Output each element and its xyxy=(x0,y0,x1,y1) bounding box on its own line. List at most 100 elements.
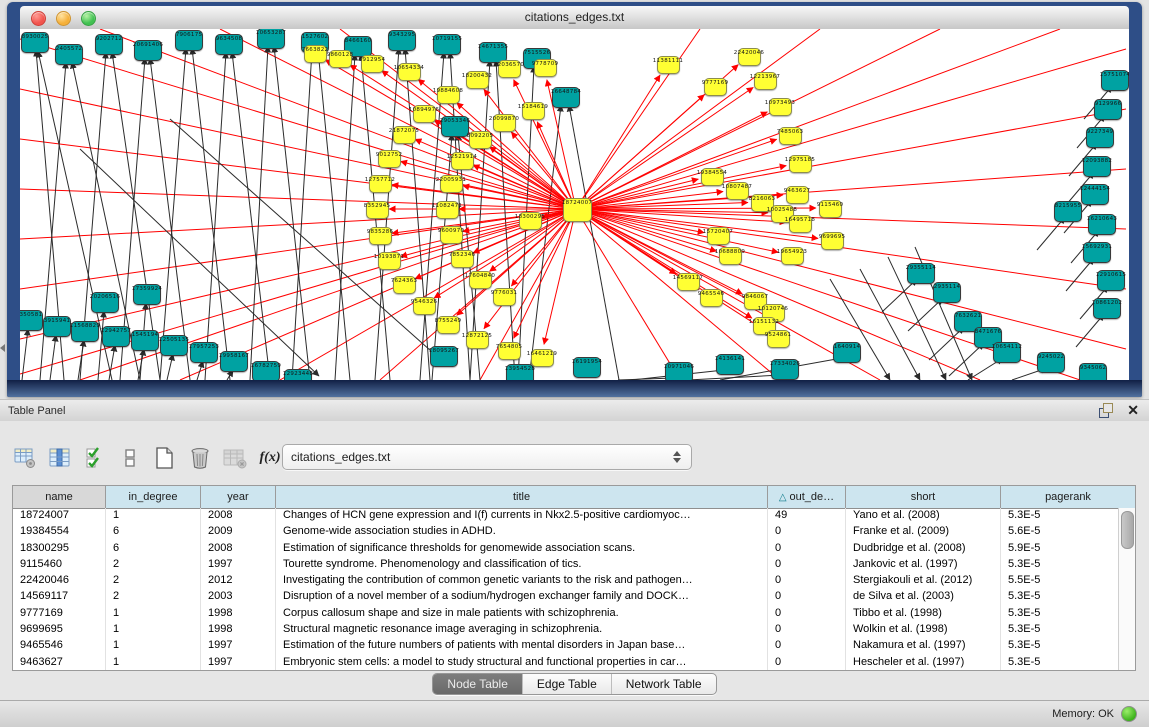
column-header-title[interactable]: title xyxy=(276,486,768,508)
graph-node[interactable]: 9699695 xyxy=(821,232,844,250)
splitter-collapse-arrow[interactable] xyxy=(0,344,5,352)
graph-node[interactable]: 18300295 xyxy=(519,212,542,230)
graph-node[interactable]: 10654112 xyxy=(993,342,1021,363)
table-cell[interactable]: 1997 xyxy=(201,655,276,670)
column-header-out_de[interactable]: △out_de… xyxy=(768,486,846,508)
float-panel-icon[interactable] xyxy=(1099,403,1113,417)
graph-node[interactable]: 10719155 xyxy=(433,34,461,55)
graph-node[interactable]: 17957253 xyxy=(190,342,218,363)
graph-node[interactable]: 9600970 xyxy=(440,226,463,244)
table-cell[interactable]: 22420046 xyxy=(13,573,106,589)
graph-node[interactable]: 11082471 xyxy=(436,201,459,219)
table-cell[interactable]: 0 xyxy=(768,655,846,670)
graph-node[interactable]: 20099870 xyxy=(493,114,516,132)
table-cell[interactable]: 5.3E-5 xyxy=(1001,508,1119,524)
table-cell[interactable]: 0 xyxy=(768,573,846,589)
graph-node[interactable]: 20206516 xyxy=(91,292,119,313)
zoom-window-icon[interactable] xyxy=(81,11,96,26)
minimize-window-icon[interactable] xyxy=(56,11,71,26)
tab-edge-table[interactable]: Edge Table xyxy=(523,674,612,694)
table-cell[interactable]: 2012 xyxy=(201,573,276,589)
table-cell[interactable]: Disruption of a novel member of a sodium… xyxy=(276,589,768,605)
table-cell[interactable]: 1 xyxy=(106,622,201,638)
graph-node[interactable]: 16461219 xyxy=(531,349,554,367)
graph-node[interactable]: 13954528 xyxy=(506,364,534,381)
graph-node[interactable]: 9012752 xyxy=(378,150,401,168)
table-cell[interactable]: 2003 xyxy=(201,589,276,605)
graph-node[interactable]: 29053346 xyxy=(441,116,469,137)
tab-network-table[interactable]: Network Table xyxy=(612,674,716,694)
graph-node[interactable]: 10894976 xyxy=(413,105,436,123)
table-row[interactable]: 977716911998Corpus callosum shape and si… xyxy=(13,606,1119,622)
graph-node[interactable]: 8755249 xyxy=(437,316,460,334)
graph-node[interactable]: 11568829 xyxy=(71,321,99,342)
graph-node[interactable]: 17334026 xyxy=(771,359,799,380)
table-cell[interactable]: 5.3E-5 xyxy=(1001,622,1119,638)
table-cell[interactable]: Nakamura et al. (1997) xyxy=(846,638,1001,654)
graph-node[interactable]: 10688809 xyxy=(719,247,742,265)
table-cell[interactable]: de Silva et al. (2003) xyxy=(846,589,1001,605)
table-cell[interactable]: Dudbridge et al. (2008) xyxy=(846,541,1001,557)
table-cell[interactable]: 2 xyxy=(106,573,201,589)
graph-node[interactable]: 15692931 xyxy=(1083,242,1111,263)
table-cell[interactable]: 5.3E-5 xyxy=(1001,589,1119,605)
column-header-year[interactable]: year xyxy=(201,486,276,508)
graph-node[interactable]: 10807487 xyxy=(726,182,749,200)
table-cell[interactable]: 9777169 xyxy=(13,606,106,622)
table-cell[interactable]: 1998 xyxy=(201,606,276,622)
table-cell[interactable]: Structural magnetic resonance image aver… xyxy=(276,622,768,638)
table-scrollbar[interactable] xyxy=(1118,508,1135,670)
table-cell[interactable]: 5.3E-5 xyxy=(1001,557,1119,573)
graph-node[interactable]: 9546326 xyxy=(413,297,436,315)
table-cell[interactable]: Stergiakouli et al. (2012) xyxy=(846,573,1001,589)
table-cell[interactable]: 2008 xyxy=(201,541,276,557)
graph-node[interactable]: 1640914 xyxy=(833,342,861,363)
table-cell[interactable]: 18724007 xyxy=(13,508,106,524)
select-columns-button[interactable] xyxy=(47,445,73,471)
graph-node[interactable]: 12757712 xyxy=(369,175,392,193)
table-cell[interactable]: 5.3E-5 xyxy=(1001,638,1119,654)
table-cell[interactable]: 5.3E-5 xyxy=(1001,606,1119,622)
graph-node[interactable]: 10653287 xyxy=(257,29,285,49)
table-row[interactable]: 1938455462009Genome-wide association stu… xyxy=(13,524,1119,540)
tab-node-table[interactable]: Node Table xyxy=(433,674,523,694)
graph-node[interactable]: 7906175 xyxy=(175,30,203,51)
table-row[interactable]: 2242004622012Investigating the contribut… xyxy=(13,573,1119,589)
table-cell[interactable]: 0 xyxy=(768,557,846,573)
table-cell[interactable]: 6 xyxy=(106,541,201,557)
table-cell[interactable]: 18300295 xyxy=(13,541,106,557)
table-row[interactable]: 1456911722003Disruption of a novel membe… xyxy=(13,589,1119,605)
graph-node[interactable]: 18724007 xyxy=(563,198,592,222)
graph-node[interactable]: 10193871 xyxy=(378,252,401,270)
graph-node[interactable]: 10971046 xyxy=(665,362,693,381)
column-header-pagerank[interactable]: pagerank xyxy=(1001,486,1135,508)
memory-status-icon[interactable] xyxy=(1121,706,1137,722)
graph-node[interactable]: 9776031 xyxy=(493,288,516,306)
graph-node[interactable]: 10861202 xyxy=(1093,298,1121,319)
table-cell[interactable]: 19384554 xyxy=(13,524,106,540)
table-row[interactable]: 946554611997Estimation of the future num… xyxy=(13,638,1119,654)
graph-node[interactable]: 10973493 xyxy=(769,98,792,116)
graph-node[interactable]: 17604840 xyxy=(469,271,492,289)
graph-node[interactable]: 7852346 xyxy=(451,250,474,268)
table-cell[interactable]: Estimation of the future numbers of pati… xyxy=(276,638,768,654)
table-cell[interactable]: Tibbo et al. (1998) xyxy=(846,606,1001,622)
graph-node[interactable]: 16495718 xyxy=(789,215,812,233)
graph-node[interactable]: 9129966 xyxy=(1094,99,1122,120)
graph-node[interactable]: 12505135 xyxy=(160,335,188,356)
network-canvas[interactable]: 8930025240557292027122069140679061759634… xyxy=(20,29,1129,380)
graph-node[interactable]: 22005931 xyxy=(440,175,463,193)
table-cell[interactable]: 5.9E-5 xyxy=(1001,541,1119,557)
graph-node[interactable]: 3915941 xyxy=(43,316,71,337)
table-row[interactable]: 1830029562008Estimation of significance … xyxy=(13,541,1119,557)
function-builder-button[interactable]: f(x) xyxy=(257,445,283,471)
graph-node[interactable]: 20691406 xyxy=(134,40,162,61)
table-row[interactable]: 1872400712008Changes of HCN gene express… xyxy=(13,508,1119,524)
column-header-in_degree[interactable]: in_degree xyxy=(106,486,201,508)
table-cell[interactable]: 0 xyxy=(768,606,846,622)
table-cell[interactable]: 2 xyxy=(106,589,201,605)
table-row[interactable]: 969969511998Structural magnetic resonanc… xyxy=(13,622,1119,638)
table-cell[interactable]: Embryonic stem cells: a model to study s… xyxy=(276,655,768,670)
row-selection-button[interactable] xyxy=(82,445,108,471)
table-cell[interactable]: 1997 xyxy=(201,638,276,654)
